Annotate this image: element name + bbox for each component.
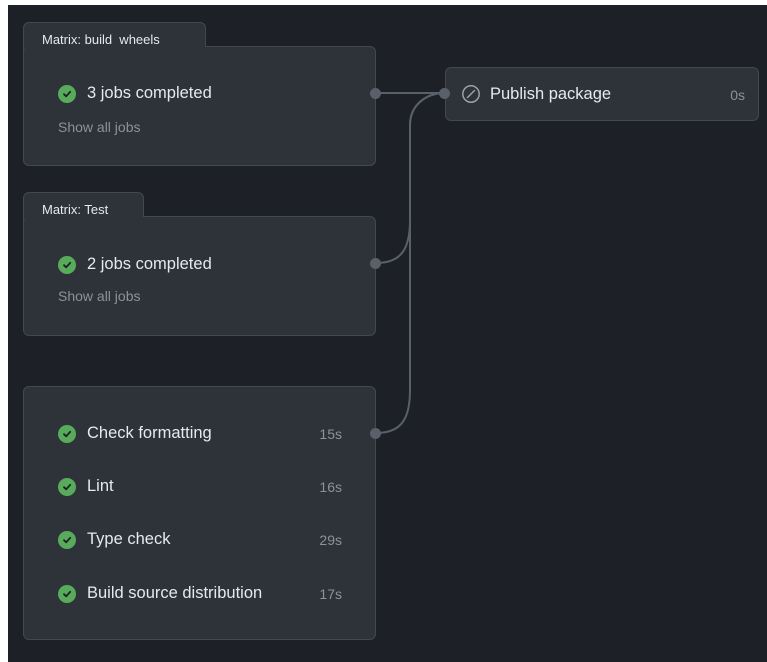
matrix-status-build-wheels[interactable]: 3 jobs completed: [58, 84, 212, 103]
output-port-build-wheels: [370, 88, 381, 99]
show-all-jobs-link-test[interactable]: Show all jobs: [58, 288, 141, 304]
matrix-card-test[interactable]: [23, 216, 376, 336]
output-port-checks: [370, 428, 381, 439]
job-build-source-distribution[interactable]: Build source distribution: [58, 584, 262, 603]
job-type-check[interactable]: Type check: [58, 530, 170, 549]
success-check-icon: [58, 530, 76, 549]
success-check-icon: [58, 255, 76, 274]
job-duration: 17s: [319, 586, 342, 602]
success-check-icon: [58, 584, 76, 603]
success-check-icon: [58, 84, 76, 103]
job-duration: 29s: [319, 532, 342, 548]
publish-package-duration: 0s: [730, 87, 745, 103]
matrix-status-label: 2 jobs completed: [87, 255, 212, 273]
input-port-publish: [439, 88, 450, 99]
job-check-formatting[interactable]: Check formatting: [58, 424, 212, 443]
success-check-icon: [58, 477, 76, 496]
job-lint[interactable]: Lint: [58, 477, 114, 496]
output-port-test: [370, 258, 381, 269]
job-duration: 15s: [319, 426, 342, 442]
success-check-icon: [58, 424, 76, 443]
matrix-status-label: 3 jobs completed: [87, 84, 212, 102]
matrix-status-test[interactable]: 2 jobs completed: [58, 255, 212, 274]
job-name: Check formatting: [87, 424, 212, 442]
show-all-jobs-link-build-wheels[interactable]: Show all jobs: [58, 119, 141, 135]
publish-package-row[interactable]: Publish package: [461, 84, 611, 104]
publish-package-label: Publish package: [490, 84, 612, 103]
matrix-card-build-wheels[interactable]: [23, 46, 376, 166]
job-name: Lint: [87, 477, 114, 495]
job-duration: 16s: [319, 479, 342, 495]
job-name: Type check: [87, 530, 171, 548]
job-name: Build source distribution: [87, 584, 263, 602]
skipped-icon: [461, 84, 481, 104]
